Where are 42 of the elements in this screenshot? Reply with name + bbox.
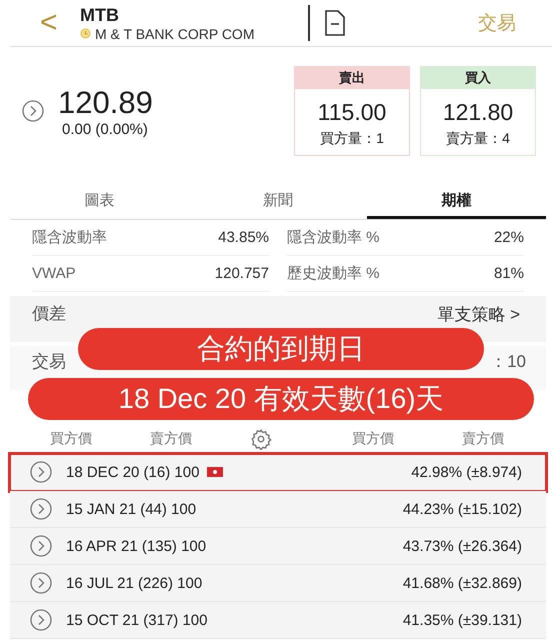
quote-quantity: 買方量：1 <box>320 130 384 148</box>
last-price: 120.89 <box>58 84 153 120</box>
annotation-callout: 合約的到期日 <box>78 328 484 370</box>
chevron-circle-icon[interactable] <box>30 461 52 483</box>
exchange-value: ：10 <box>490 351 526 373</box>
stat-value: 43.85% <box>218 229 269 246</box>
chevron-circle-icon[interactable] <box>30 535 52 557</box>
tab[interactable]: 圖表 <box>10 185 189 219</box>
chevron-circle-icon[interactable] <box>22 100 44 122</box>
clock-icon <box>80 28 91 39</box>
tab[interactable]: 期權 <box>367 185 546 219</box>
expiry-row[interactable]: 15 JAN 21 (44) 100 44.23% (±15.102) <box>10 491 546 528</box>
annotation-callout: 18 Dec 20 有效天數(16)天 <box>28 378 534 420</box>
column-header: 賣方價 <box>150 430 193 448</box>
quote-title: 賣出 <box>295 67 409 89</box>
tab[interactable]: 新聞 <box>188 185 368 219</box>
quote-quantity: 賣方量：4 <box>446 130 510 148</box>
spread-label: 價差 <box>32 303 66 325</box>
chevron-circle-icon[interactable] <box>30 609 52 631</box>
column-header: 買方價 <box>50 430 93 448</box>
exchange-label: 交易 <box>32 351 66 373</box>
column-header: 買方價 <box>352 430 395 448</box>
expiry-row[interactable]: 18 DEC 20 (16) 100 42.98% (±8.974) <box>10 454 546 491</box>
stat-label: 歷史波動率 % <box>287 264 380 283</box>
quote-title: 買入 <box>421 67 535 89</box>
document-icon[interactable] <box>324 9 346 37</box>
strategy-link[interactable]: 單支策略 > <box>431 302 526 327</box>
stat-value: 81% <box>494 265 524 282</box>
stat-label: 隱含波動率 <box>32 228 107 247</box>
quote-price: 121.80 <box>442 99 514 126</box>
chevron-circle-icon[interactable] <box>30 572 52 594</box>
quote-price: 115.00 <box>318 99 386 126</box>
company-name: M & T BANK CORP COM <box>95 26 254 42</box>
stock-symbol: MTB <box>80 4 120 26</box>
chevron-circle-icon[interactable] <box>30 498 52 520</box>
stat-label: VWAP <box>32 265 76 282</box>
price-change: 0.00 (0.00%) <box>62 120 149 138</box>
stat-label: 隱含波動率 % <box>287 228 380 247</box>
settings-icon[interactable] <box>250 428 272 450</box>
column-header: 賣方價 <box>462 430 505 448</box>
stat-value: 120.757 <box>214 265 269 282</box>
stat-value: 22% <box>494 229 524 246</box>
